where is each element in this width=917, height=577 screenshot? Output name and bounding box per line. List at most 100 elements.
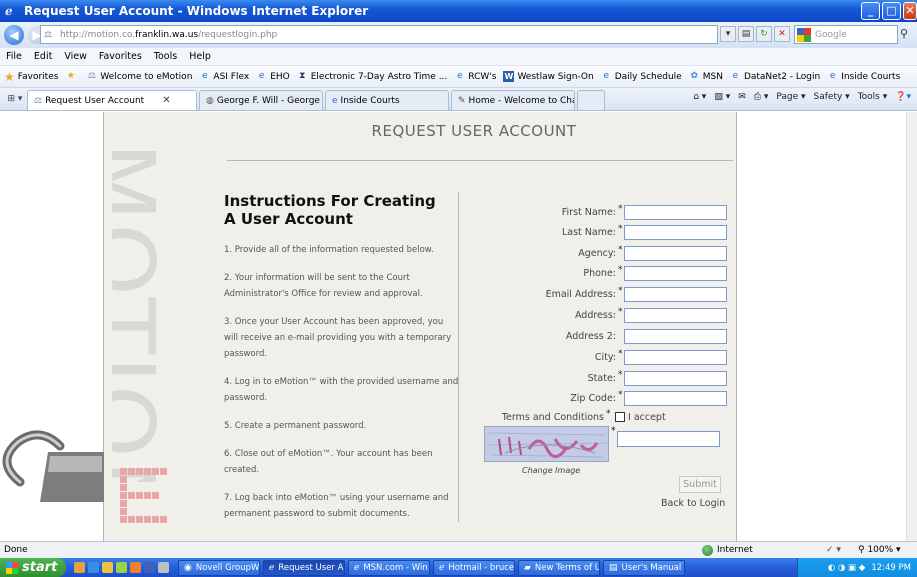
help-icon[interactable]: ❓▾ <box>895 92 911 102</box>
task-new-terms[interactable]: ▰New Terms of U... <box>518 559 600 576</box>
search-icon[interactable]: ⚲ <box>900 27 908 40</box>
fav-link-rcw[interactable]: e RCW's <box>454 71 496 82</box>
close-tab-icon[interactable]: ✕ <box>162 95 170 106</box>
tray-icons[interactable]: ◐ ◑ ▣ ◆ <box>828 563 866 573</box>
logo-mosaic-cell <box>152 516 159 523</box>
fav-link-inside-courts[interactable]: e Inside Courts <box>827 71 900 82</box>
quick-tabs-icon[interactable]: ⊞ ▾ <box>4 90 26 108</box>
city-field[interactable] <box>624 349 727 365</box>
agency-field[interactable] <box>624 245 727 261</box>
feeds-icon[interactable]: ▧ ▾ <box>714 92 730 102</box>
change-image-link[interactable]: Change Image <box>522 466 580 475</box>
maximize-button[interactable]: □ <box>882 2 901 20</box>
ie-page-icon: e <box>332 95 338 106</box>
fav-label: RCW's <box>468 71 497 82</box>
start-button[interactable]: start <box>0 558 66 577</box>
terms-checkbox[interactable] <box>615 412 625 422</box>
quick-launch-icon[interactable] <box>88 562 99 573</box>
submit-button[interactable]: Submit <box>679 476 721 493</box>
quick-launch-icon[interactable] <box>158 562 169 573</box>
address-field[interactable] <box>624 307 727 323</box>
refresh-icon[interactable]: ↻ <box>756 26 772 42</box>
menu-favorites[interactable]: Favorites <box>99 51 142 62</box>
menu-help[interactable]: Help <box>189 51 211 62</box>
quick-launch-icon[interactable] <box>130 562 141 573</box>
address2-label: Address 2: <box>565 330 616 342</box>
zip-row: Zip Code: * <box>484 390 729 406</box>
google-icon <box>797 27 811 42</box>
fav-label: ASI Flex <box>213 71 250 82</box>
task-msn[interactable]: ℯ MSN.com - Win... <box>348 559 430 576</box>
safety-menu[interactable]: Safety ▾ <box>814 92 850 102</box>
quick-launch-icon[interactable] <box>144 562 155 573</box>
logo-mosaic-cell <box>136 468 143 475</box>
agency-label: Agency: <box>578 247 616 259</box>
fav-link-datanet[interactable]: e DataNet2 - Login <box>730 71 821 82</box>
state-field[interactable] <box>624 370 727 386</box>
clock: 12:49 PM <box>871 562 911 573</box>
window-title-bar: ℯ Request User Account - Windows Interne… <box>0 0 917 22</box>
stop-icon[interactable]: ✕ <box>774 26 790 42</box>
logo-mosaic-cell <box>144 468 151 475</box>
security-zone[interactable]: Internet <box>702 544 753 556</box>
minimize-button[interactable]: _ <box>861 2 880 20</box>
quick-launch-icon[interactable] <box>116 562 127 573</box>
phone-field[interactable] <box>624 265 727 281</box>
favorites-button[interactable]: Favorites <box>18 72 59 82</box>
protected-mode-icon[interactable]: ✓ ▾ <box>826 545 841 555</box>
menu-file[interactable]: File <box>6 51 22 62</box>
fav-link-msn[interactable]: ✿ MSN <box>689 71 723 82</box>
tab-inside-courts[interactable]: e Inside Courts <box>325 90 449 110</box>
close-button[interactable]: ✕ <box>903 2 917 20</box>
home-icon[interactable]: ⌂ ▾ <box>693 92 706 102</box>
print-icon[interactable]: ⎙ ▾ <box>754 92 769 102</box>
task-hotmail[interactable]: ℯHotmail - bruces... <box>433 559 515 576</box>
address2-field[interactable] <box>624 328 727 344</box>
quick-launch-icon[interactable] <box>102 562 113 573</box>
address-dropdown-icon[interactable]: ▾ <box>720 26 736 42</box>
task-users-manual[interactable]: ▤User's Manual (J... <box>603 559 685 576</box>
add-favorite-icon[interactable]: ★ <box>65 71 79 82</box>
back-to-login-link[interactable]: Back to Login <box>661 498 725 509</box>
menu-tools[interactable]: Tools <box>154 51 177 62</box>
read-mail-icon[interactable]: ✉ <box>738 92 746 102</box>
fav-link-astro[interactable]: ⧗ Electronic 7-Day Astro Time ... <box>297 71 447 82</box>
agency-row: Agency: * <box>484 245 729 261</box>
captcha-field[interactable] <box>617 431 720 447</box>
title-divider <box>227 160 733 161</box>
task-groupwise[interactable]: ◉Novell GroupWi... <box>178 559 260 576</box>
new-tab-button[interactable] <box>577 90 605 110</box>
logo-mosaic-cell <box>120 468 127 475</box>
zip-label: Zip Code: <box>570 392 616 404</box>
tab-george-will[interactable]: ◍ George F. Will - George F. Wi... <box>199 90 323 110</box>
tab-charter[interactable]: ✎ Home - Welcome to Charter.... <box>451 90 575 110</box>
last-name-field[interactable] <box>624 224 727 240</box>
vertical-scrollbar[interactable] <box>906 112 917 541</box>
page-menu[interactable]: Page ▾ <box>776 92 805 102</box>
fav-link-eho[interactable]: e EHO <box>256 71 290 82</box>
zone-label: Internet <box>717 545 753 555</box>
first-name-field[interactable] <box>624 204 727 220</box>
site-icon: ✎ <box>458 95 466 106</box>
menu-edit[interactable]: Edit <box>34 51 52 62</box>
internet-zone-icon <box>702 544 713 556</box>
zip-field[interactable] <box>624 390 727 406</box>
menu-view[interactable]: View <box>64 51 87 62</box>
fav-link-emotion[interactable]: ⚖ Welcome to eMotion <box>86 71 193 82</box>
compatibility-icon[interactable]: ▤ <box>738 26 754 42</box>
zoom-level[interactable]: ⚲ 100% ▾ <box>858 545 901 555</box>
email-field[interactable] <box>624 286 727 302</box>
fav-link-daily-schedule[interactable]: e Daily Schedule <box>601 71 681 82</box>
tools-menu[interactable]: Tools ▾ <box>858 92 888 102</box>
tab-request-user-account[interactable]: ⚖ Request User Account ✕ <box>27 90 197 110</box>
fav-link-westlaw[interactable]: W Westlaw Sign-On <box>503 71 594 82</box>
back-button[interactable]: ◀ <box>4 25 24 45</box>
logo-mosaic-cell <box>144 492 151 499</box>
quick-launch-icon[interactable] <box>74 562 85 573</box>
search-input[interactable]: Google <box>794 25 898 44</box>
add-to-favorites-icon: ★ <box>66 71 75 81</box>
fav-link-asi-flex[interactable]: e ASI Flex <box>199 71 249 82</box>
favorites-star-icon[interactable]: ★ <box>4 70 15 84</box>
task-request-user-account[interactable]: ℯ Request User A... <box>263 559 345 576</box>
address-field[interactable]: ⚖ http://motion.co. franklin.wa.us/reques… <box>40 25 718 44</box>
